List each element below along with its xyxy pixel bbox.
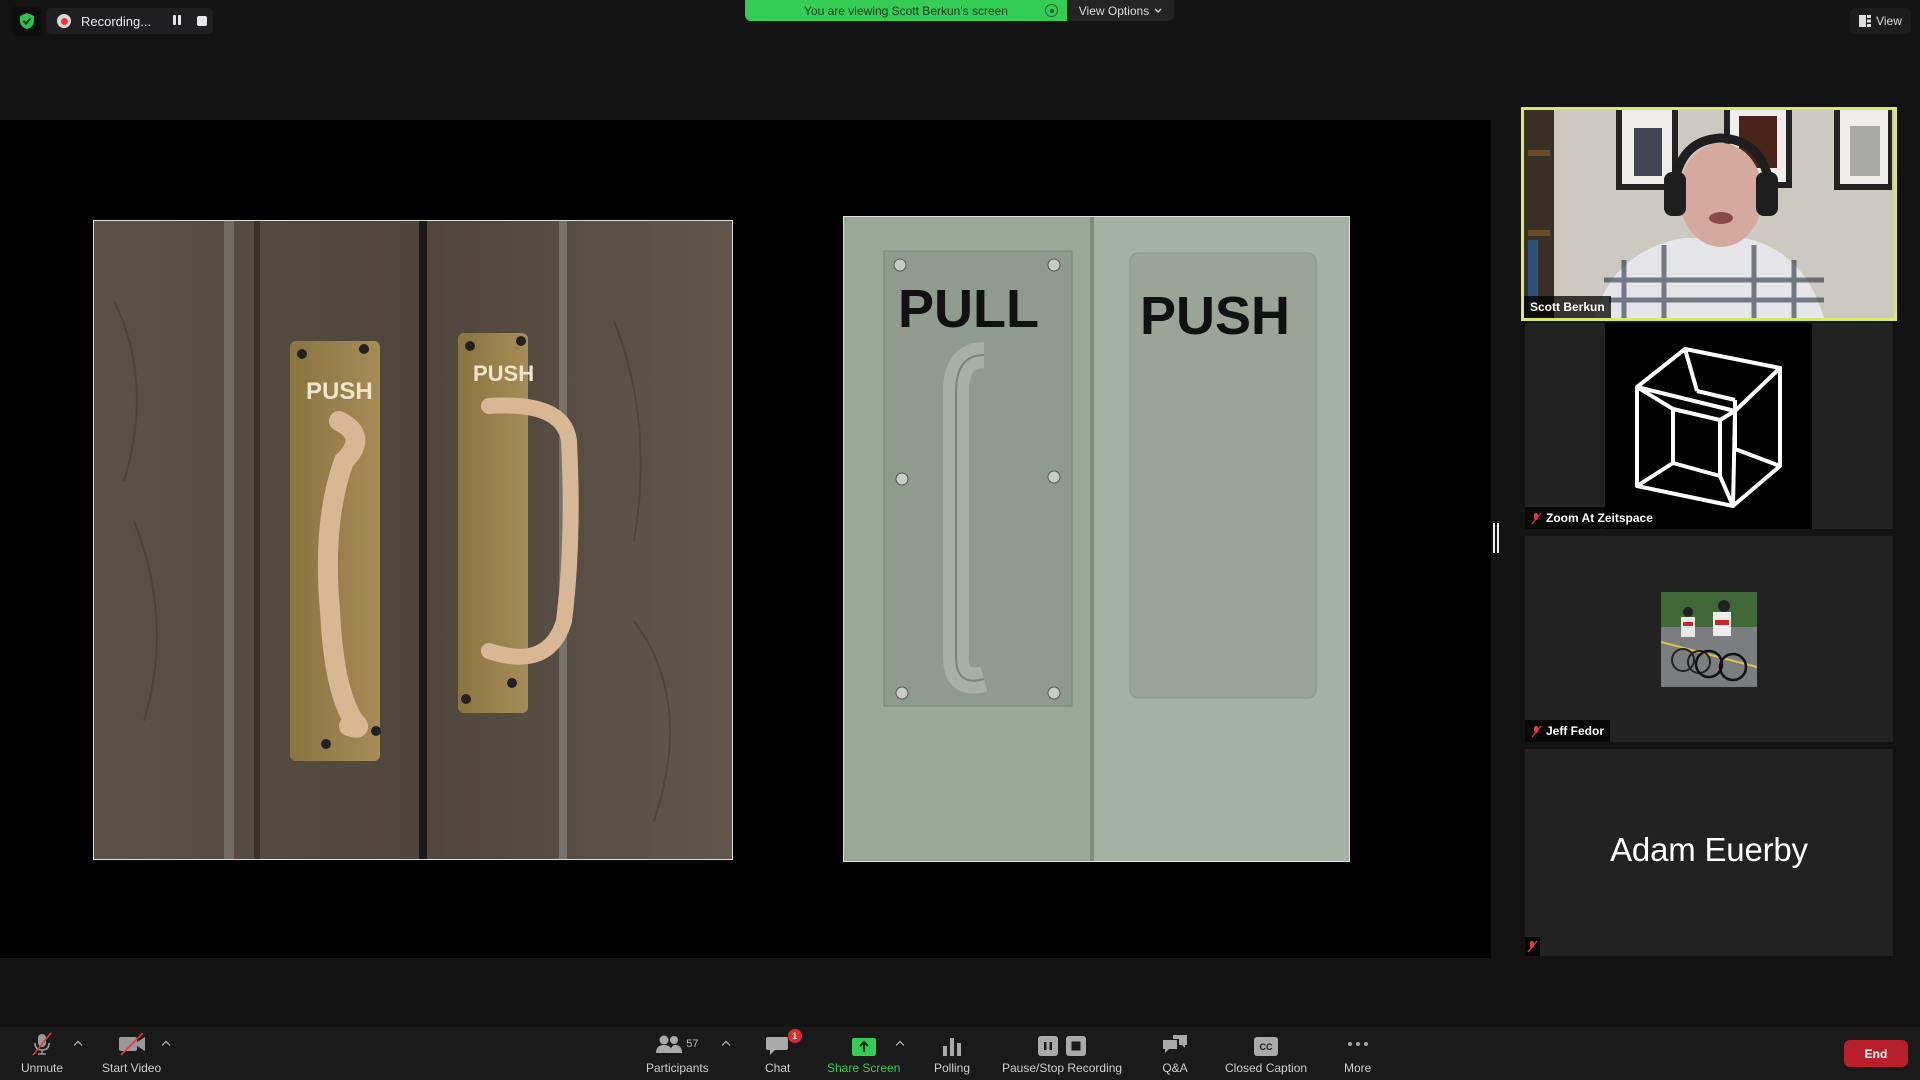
slide-image-pull-push-door: PULL PUSH bbox=[843, 216, 1350, 862]
start-video-button[interactable]: Start Video bbox=[102, 1031, 161, 1075]
svg-text:PUSH: PUSH bbox=[306, 378, 373, 405]
video-tile-jeff-fedor[interactable]: Jeff Fedor bbox=[1525, 536, 1893, 742]
chat-label: Chat bbox=[765, 1061, 791, 1075]
video-tile-zoom-at-zeitspace[interactable]: Zoom At Zeitspace bbox=[1525, 323, 1893, 529]
muted-mic-icon bbox=[1531, 512, 1542, 524]
participants-count: 57 bbox=[686, 1037, 699, 1050]
qa-button[interactable]: Q&A bbox=[1162, 1031, 1188, 1075]
participants-label: Participants bbox=[646, 1061, 709, 1075]
participants-icon bbox=[656, 1035, 683, 1053]
closed-caption-label: Closed Caption bbox=[1225, 1061, 1308, 1075]
participant-display-name: Adam Euerby bbox=[1610, 831, 1808, 868]
polling-label: Polling bbox=[934, 1061, 971, 1075]
hypercube-image bbox=[1635, 347, 1782, 508]
share-screen-button[interactable]: Share Screen bbox=[827, 1031, 900, 1075]
end-meeting-button[interactable]: End bbox=[1844, 1040, 1908, 1067]
video-tile-adam-euerby[interactable]: Adam Euerby bbox=[1525, 749, 1893, 956]
pause-icon bbox=[1038, 1036, 1059, 1056]
share-screen-label: Share Screen bbox=[827, 1061, 901, 1075]
svg-text:PUSH: PUSH bbox=[473, 361, 534, 386]
pause-stop-recording-label: Pause/Stop Recording bbox=[1002, 1061, 1123, 1075]
screen-share-banner: You are viewing Scott Berkun's screen bbox=[745, 0, 1067, 21]
participant-mute-tag bbox=[1525, 937, 1540, 956]
qa-label: Q&A bbox=[1162, 1061, 1188, 1075]
closed-caption-icon: CC bbox=[1254, 1037, 1279, 1056]
view-label: View bbox=[1876, 14, 1902, 28]
participant-name: Jeff Fedor bbox=[1546, 724, 1605, 738]
polling-icon bbox=[943, 1038, 962, 1056]
view-button[interactable]: View bbox=[1850, 8, 1911, 34]
chevron-down-icon bbox=[1154, 8, 1162, 13]
video-tile-scott-berkun[interactable]: Scott Berkun bbox=[1521, 107, 1897, 321]
more-label: More bbox=[1344, 1061, 1372, 1075]
participants-button[interactable]: 57 Participants bbox=[646, 1031, 709, 1075]
unread-badge: 1 bbox=[787, 1029, 802, 1043]
end-label: End bbox=[1864, 1046, 1888, 1061]
svg-text:PULL: PULL bbox=[898, 279, 1039, 339]
polling-button[interactable]: Polling bbox=[934, 1031, 970, 1075]
chat-icon bbox=[765, 1037, 788, 1055]
chat-button[interactable]: 1 Chat bbox=[765, 1029, 802, 1075]
muted-mic-icon bbox=[1527, 940, 1538, 953]
recording-dot-icon bbox=[57, 14, 71, 28]
profile-picture bbox=[1661, 592, 1757, 687]
encryption-shield-icon[interactable] bbox=[12, 6, 42, 36]
pause-stop-recording-button[interactable]: Pause/Stop Recording bbox=[1002, 1031, 1122, 1075]
start-video-label: Start Video bbox=[102, 1061, 162, 1075]
banner-text: You are viewing Scott Berkun's screen bbox=[804, 3, 1008, 18]
svg-text:PUSH: PUSH bbox=[1140, 286, 1290, 346]
recording-label: Recording... bbox=[81, 13, 152, 29]
hypercube-video bbox=[1605, 323, 1812, 529]
share-options-caret[interactable] bbox=[896, 1040, 904, 1048]
view-options-button[interactable]: View Options bbox=[1067, 0, 1174, 21]
audio-options-caret[interactable] bbox=[74, 1040, 82, 1048]
status-circle-icon bbox=[1045, 4, 1058, 17]
panel-resize-handle[interactable] bbox=[1493, 523, 1499, 553]
participants-options-caret[interactable] bbox=[722, 1040, 730, 1048]
participant-name-tag: Scott Berkun bbox=[1524, 296, 1611, 318]
view-options-label: View Options bbox=[1078, 3, 1150, 18]
closed-caption-button[interactable]: CC Closed Caption bbox=[1225, 1031, 1307, 1075]
unmute-button[interactable]: Unmute bbox=[21, 1031, 63, 1075]
stop-recording-icon[interactable] bbox=[197, 16, 207, 26]
participant-name: Zoom At Zeitspace bbox=[1546, 511, 1653, 525]
video-off-icon bbox=[118, 1032, 145, 1056]
recording-indicator: Recording... bbox=[46, 8, 213, 34]
pause-recording-icon[interactable] bbox=[171, 15, 183, 27]
unmute-label: Unmute bbox=[21, 1061, 64, 1075]
more-button[interactable]: More bbox=[1344, 1031, 1371, 1075]
video-options-caret[interactable] bbox=[162, 1040, 170, 1048]
muted-mic-icon bbox=[1531, 725, 1542, 737]
stop-icon bbox=[1066, 1036, 1087, 1056]
layout-icon bbox=[1859, 15, 1872, 27]
slide-image-wooden-doors: PUSH PUSH bbox=[93, 220, 733, 860]
share-screen-icon bbox=[851, 1038, 876, 1056]
participant-name: Scott Berkun bbox=[1530, 300, 1605, 314]
qa-icon bbox=[1163, 1035, 1187, 1053]
participant-name-tag: Zoom At Zeitspace bbox=[1525, 507, 1659, 529]
muted-microphone-icon bbox=[32, 1032, 52, 1056]
participant-name-tag: Jeff Fedor bbox=[1525, 720, 1611, 742]
more-dots-icon bbox=[1347, 1041, 1368, 1046]
